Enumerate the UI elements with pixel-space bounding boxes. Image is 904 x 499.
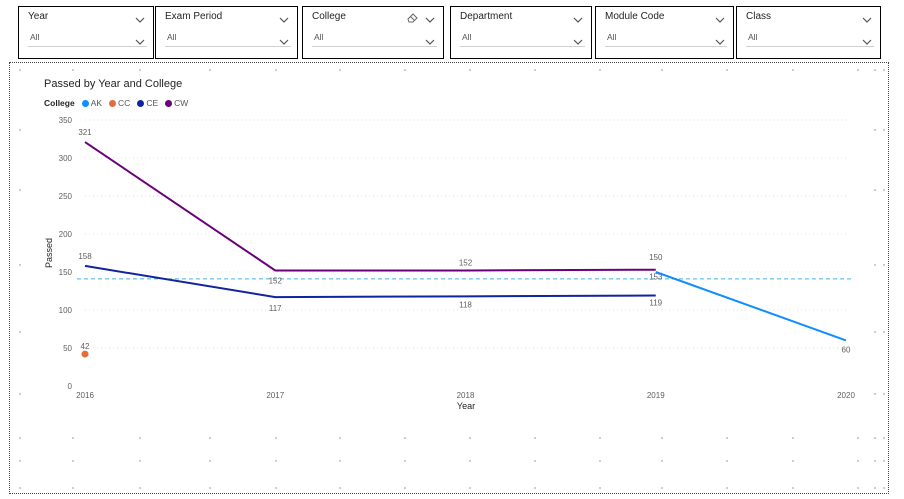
y-tick-label: 300 (59, 154, 73, 163)
series-point-cc[interactable] (81, 350, 89, 358)
y-tick-label: 350 (59, 116, 73, 125)
data-label: 42 (81, 342, 90, 351)
data-label: 117 (269, 304, 282, 313)
data-label: 60 (842, 345, 851, 354)
y-tick-label: 50 (63, 344, 72, 353)
y-axis-title: Passed (44, 238, 54, 268)
data-label: 150 (649, 253, 663, 262)
data-label: 119 (649, 299, 662, 308)
series-line-cw[interactable] (84, 141, 656, 272)
y-tick-label: 200 (59, 230, 73, 239)
y-tick-label: 150 (59, 268, 73, 277)
y-tick-label: 0 (68, 382, 73, 391)
data-label: 152 (269, 276, 283, 285)
x-axis-title: Year (457, 401, 475, 411)
x-tick-label: 2016 (76, 391, 94, 400)
data-label: 158 (78, 252, 92, 261)
data-label: 153 (649, 273, 663, 282)
y-tick-label: 250 (59, 192, 73, 201)
x-tick-label: 2020 (837, 391, 855, 400)
x-tick-label: 2018 (457, 391, 475, 400)
y-tick-label: 100 (59, 306, 73, 315)
series-line-ak[interactable] (655, 271, 847, 342)
data-label: 118 (459, 300, 472, 309)
data-label: 321 (78, 128, 92, 137)
line-chart[interactable]: 0 50 100 150 200 250 300 350 2016 2017 2018 2019 202… (0, 0, 904, 499)
x-tick-label: 2019 (647, 391, 665, 400)
data-label: 152 (459, 258, 473, 267)
x-tick-label: 2017 (266, 391, 284, 400)
